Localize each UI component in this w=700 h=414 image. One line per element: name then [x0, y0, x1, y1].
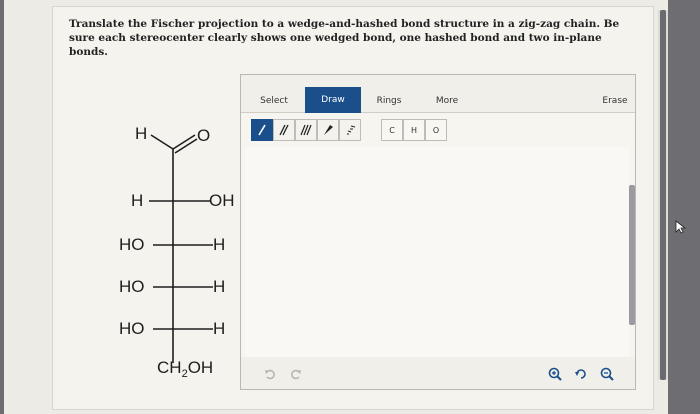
- erase-button[interactable]: Erase: [597, 89, 633, 113]
- zoom-out-icon[interactable]: [597, 365, 617, 383]
- atom-toolrow: C H O: [381, 119, 447, 141]
- single-bond-icon: [258, 124, 266, 136]
- page-scrollbar[interactable]: [658, 10, 668, 380]
- atom-o-button[interactable]: O: [425, 119, 447, 141]
- double-bond-icon: [279, 124, 289, 136]
- atom-h-button[interactable]: H: [403, 119, 425, 141]
- row2-left: HO: [119, 235, 145, 254]
- row2-right: H: [213, 235, 226, 254]
- row1-left: H: [131, 191, 144, 210]
- magnifier-plus-icon: [548, 367, 562, 381]
- atom-c-button[interactable]: C: [381, 119, 403, 141]
- double-bond-tool[interactable]: [273, 119, 295, 141]
- magnifier-minus-icon: [600, 367, 614, 381]
- bond-toolrow: [251, 119, 361, 141]
- wedge-bond-icon: [324, 125, 333, 135]
- tab-select[interactable]: Select: [253, 89, 295, 113]
- page-scrollbar-thumb[interactable]: [660, 10, 666, 380]
- triple-bond-tool[interactable]: [295, 119, 317, 141]
- refresh-icon: [575, 369, 586, 379]
- tab-draw[interactable]: Draw: [305, 87, 361, 113]
- editor-bottombar: [241, 357, 635, 389]
- atom-top-o: O: [197, 126, 211, 145]
- tab-rings[interactable]: Rings: [369, 89, 409, 113]
- undo-icon[interactable]: [261, 365, 279, 383]
- structure-editor: Select Draw Rings More Erase C H O: [240, 74, 636, 390]
- mouse-cursor-icon: [675, 220, 687, 234]
- editor-topbar: Select Draw Rings More Erase: [241, 75, 635, 113]
- row3-right: H: [213, 277, 226, 296]
- row3-left: HO: [119, 277, 145, 296]
- tab-more[interactable]: More: [427, 89, 467, 113]
- atom-top-h: H: [135, 124, 148, 143]
- redo-icon[interactable]: [287, 365, 305, 383]
- oh-text: OH: [187, 358, 214, 377]
- page: Translate the Fischer projection to a we…: [4, 0, 668, 414]
- triple-bond-icon: [300, 124, 312, 136]
- ch-text: CH: [157, 358, 182, 377]
- redo-arrow-icon: [291, 369, 301, 380]
- question-text: Translate the Fischer projection to a we…: [69, 18, 620, 58]
- reset-zoom-icon[interactable]: [571, 365, 591, 383]
- subscript-2: 2: [181, 368, 188, 380]
- drawing-canvas[interactable]: [245, 147, 629, 357]
- hash-bond-icon: [347, 125, 356, 135]
- single-bond-tool[interactable]: [251, 119, 273, 141]
- undo-arrow-icon: [265, 369, 275, 380]
- atom-bottom-ch2oh: CH2OH: [157, 358, 214, 381]
- row4-left: HO: [119, 319, 145, 338]
- row4-right: H: [213, 319, 226, 338]
- row1-right: OH: [209, 191, 235, 210]
- wedge-bond-tool[interactable]: [317, 119, 339, 141]
- canvas-scrollbar[interactable]: [629, 185, 635, 325]
- hash-bond-tool[interactable]: [339, 119, 361, 141]
- zoom-in-icon[interactable]: [545, 365, 565, 383]
